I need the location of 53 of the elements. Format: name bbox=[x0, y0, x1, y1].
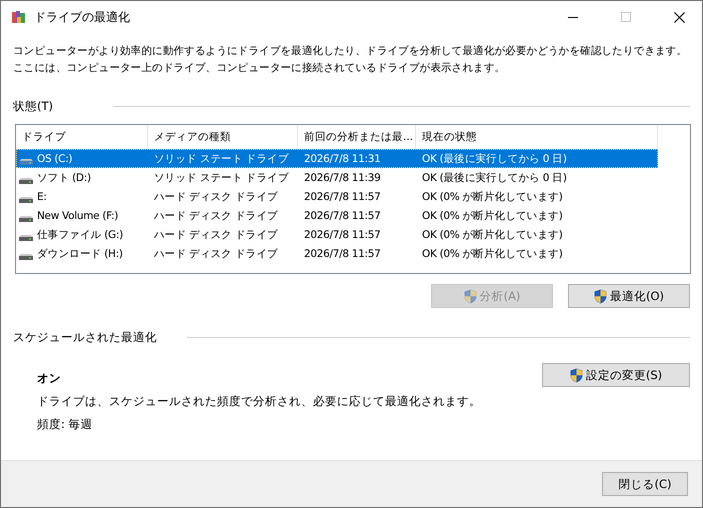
close-icon bbox=[674, 12, 684, 22]
drive-row[interactable]: ソフト (D:) ソリッド ステート ドライブ 2026/7/8 11:39 OK (最後に実行してから 0 日) bbox=[16, 168, 658, 187]
drive-name: OS (C:) bbox=[37, 152, 72, 164]
media-type: ハード ディスク ドライブ bbox=[154, 190, 278, 204]
schedule-state: オン bbox=[37, 371, 62, 386]
drive-name: 仕事ファイル (G:) bbox=[37, 228, 123, 242]
media-type: ハード ディスク ドライブ bbox=[154, 228, 278, 242]
drive-icon bbox=[19, 178, 33, 184]
shield-icon bbox=[594, 288, 607, 304]
drive-status: OK (最後に実行してから 0 日) bbox=[422, 152, 567, 166]
change-settings-button[interactable]: 設定の変更(S) bbox=[542, 363, 690, 387]
system-drive-icon bbox=[19, 152, 33, 165]
drive-row[interactable]: ダウンロード (H:) ハード ディスク ドライブ 2026/7/8 11:57 OK (0% が断片化しています) bbox=[16, 244, 658, 263]
section-heading: スケジュールされた最適化 bbox=[13, 330, 157, 345]
drive-row[interactable]: E: ハード ディスク ドライブ 2026/7/8 11:57 OK (0% が断片化しています) bbox=[16, 187, 658, 206]
drive-icon bbox=[19, 254, 33, 260]
shield-icon bbox=[570, 368, 583, 382]
section-heading: 状態(T) bbox=[13, 99, 53, 114]
media-type: ソリッド ステート ドライブ bbox=[154, 170, 288, 184]
last-run-time: 2026/7/8 11:39 bbox=[304, 172, 381, 184]
maximize-icon bbox=[621, 12, 631, 22]
drive-status: OK (0% が断片化しています) bbox=[422, 246, 563, 260]
last-run-time: 2026/7/8 11:57 bbox=[304, 210, 381, 222]
drive-row[interactable]: 仕事ファイル (G:) ハード ディスク ドライブ 2026/7/8 11:57 OK (0% が断片化しています) bbox=[16, 225, 658, 244]
drive-name: New Volume (F:) bbox=[37, 210, 118, 222]
close-dialog-button[interactable]: 閉じる(C) bbox=[602, 472, 688, 496]
media-type: ソリッド ステート ドライブ bbox=[154, 152, 288, 166]
window-title: ドライブの最適化 bbox=[34, 8, 131, 26]
drive-status: OK (0% が断片化しています) bbox=[422, 208, 563, 222]
app-icon bbox=[11, 9, 27, 25]
media-type: ハード ディスク ドライブ bbox=[154, 208, 278, 222]
drive-name: ダウンロード (H:) bbox=[37, 246, 123, 260]
minimize-icon bbox=[568, 16, 578, 18]
schedule-description: ドライブは、スケジュールされた頻度で分析され、必要に応じて最適化されます。 bbox=[37, 394, 482, 409]
drive-status: OK (0% が断片化しています) bbox=[422, 190, 563, 204]
last-run-time: 2026/7/8 11:57 bbox=[304, 248, 381, 260]
drive-icon bbox=[19, 196, 33, 202]
media-type: ハード ディスク ドライブ bbox=[154, 246, 278, 260]
drive-name: ソフト (D:) bbox=[37, 170, 91, 184]
drive-name: E: bbox=[37, 190, 47, 202]
drive-icon bbox=[19, 216, 33, 222]
description-text: コンピューターがより効率的に動作するようにドライブを最適化したり、ドライブを分析して最適化が必要かどうかを確認したりできます。ここには、コンピューター上のドライブ、コンピューターに接続されているドライブが表示されます。 bbox=[13, 44, 688, 76]
schedule-frequency: 頻度: 毎週 bbox=[37, 417, 94, 432]
shield-icon bbox=[464, 288, 477, 304]
drive-row[interactable]: OS (C:) ソリッド ステート ドライブ 2026/7/8 11:31 OK (最後に実行してから 0 日) bbox=[16, 149, 658, 168]
last-run-time: 2026/7/8 11:57 bbox=[304, 228, 381, 240]
drive-status: OK (0% が断片化しています) bbox=[422, 228, 563, 242]
drive-icon bbox=[19, 234, 33, 240]
drive-status: OK (最後に実行してから 0 日) bbox=[422, 170, 567, 184]
last-run-time: 2026/7/8 11:57 bbox=[304, 190, 381, 202]
optimize-button[interactable]: 最適化(O) bbox=[568, 284, 690, 308]
drive-row[interactable]: New Volume (F:) ハード ディスク ドライブ 2026/7/8 11:57 OK (0% が断片化しています) bbox=[16, 206, 658, 225]
last-run-time: 2026/7/8 11:31 bbox=[304, 152, 381, 164]
